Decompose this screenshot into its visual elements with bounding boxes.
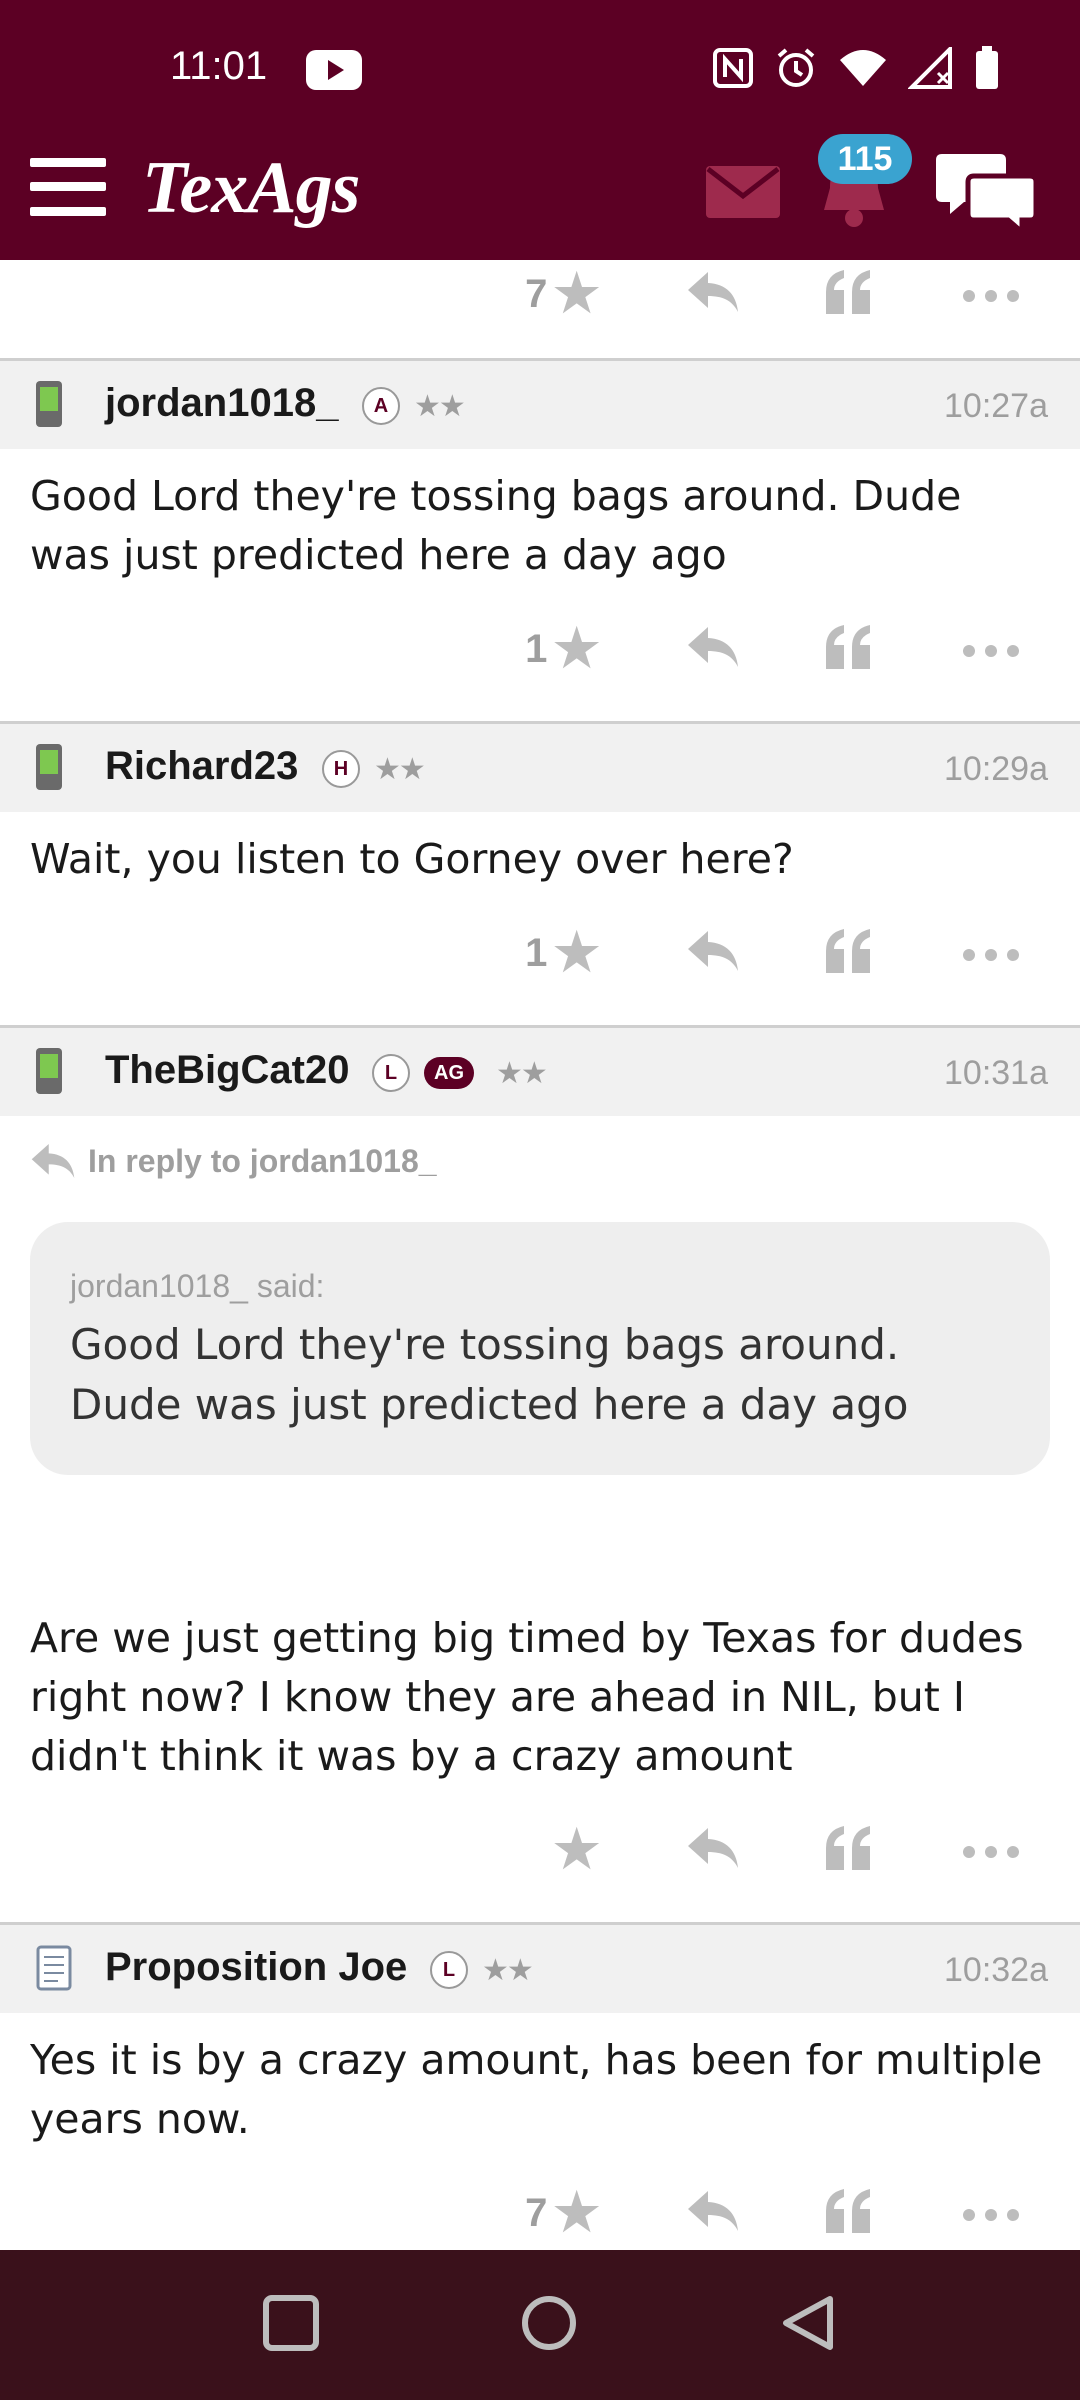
username[interactable]: TheBigCat20: [105, 1048, 350, 1093]
reply-arrow-icon: [31, 1143, 75, 1179]
quote-box: jordan1018_ said: Good Lord they're toss…: [30, 1222, 1050, 1475]
star-icon[interactable]: ★: [553, 1824, 600, 1876]
user-badges: L ★★: [430, 1951, 534, 1989]
system-nav-bar: [0, 2250, 1080, 2400]
quote-author: jordan1018_ said:: [70, 1268, 325, 1304]
alarm-icon: [774, 46, 818, 90]
menu-button[interactable]: [30, 158, 106, 216]
rating-count: 1: [525, 626, 548, 671]
username[interactable]: Proposition Joe: [105, 1945, 407, 1990]
rating[interactable]: 7 ★: [525, 2187, 600, 2239]
star-icon[interactable]: ★: [553, 268, 600, 320]
recents-icon[interactable]: [262, 2294, 320, 2356]
quote-icon[interactable]: [824, 623, 872, 675]
post: TheBigCat20 L AG ★★ 10:31a In reply to j…: [0, 1028, 1080, 1922]
user-stars: ★★: [496, 1055, 548, 1091]
post-body: Are we just getting big timed by Texas f…: [30, 1614, 1024, 1780]
badge-ag: AG: [424, 1057, 474, 1089]
quote-text: Good Lord they're tossing bags around. D…: [70, 1320, 909, 1429]
post-time: 10:31a: [944, 1054, 1048, 1092]
reply-to-label: In reply to jordan1018_: [88, 1142, 437, 1179]
star-icon[interactable]: ★: [553, 927, 600, 979]
mail-icon[interactable]: [706, 166, 780, 222]
star-icon[interactable]: ★: [553, 2187, 600, 2239]
mobile-device-icon: [34, 1046, 64, 1100]
nfc-icon: [712, 47, 754, 89]
mobile-device-icon: [34, 742, 64, 796]
mobile-device-icon: [34, 379, 64, 433]
post-actions: ★: [0, 1786, 1080, 1922]
rating-count: 7: [525, 271, 548, 316]
reply-icon[interactable]: [686, 270, 740, 318]
post-header: jordan1018_ A ★★ 10:27a: [0, 361, 1080, 449]
back-icon[interactable]: [780, 2294, 838, 2356]
post-time: 10:29a: [944, 750, 1048, 788]
more-icon[interactable]: [962, 2207, 1020, 2226]
post: jordan1018_ A ★★ 10:27a Good Lord they'r…: [0, 361, 1080, 721]
more-icon[interactable]: [962, 1844, 1020, 1863]
notification-count-badge[interactable]: 115: [818, 134, 912, 184]
post-header: Richard23 H ★★ 10:29a: [0, 724, 1080, 812]
status-icons: [712, 46, 1000, 90]
post-body: Wait, you listen to Gorney over here?: [30, 835, 794, 883]
username[interactable]: Richard23: [105, 744, 298, 789]
more-icon[interactable]: [962, 643, 1020, 662]
user-badges: L AG ★★: [372, 1054, 548, 1092]
badge: A: [362, 387, 400, 425]
reply-icon[interactable]: [686, 625, 740, 673]
quote-icon[interactable]: [824, 2187, 872, 2239]
home-icon[interactable]: [520, 2294, 578, 2356]
post-actions: 1 ★: [0, 889, 1080, 1025]
reply-icon[interactable]: [686, 2189, 740, 2237]
reply-icon[interactable]: [686, 1826, 740, 1874]
post-body: Good Lord they're tossing bags around. D…: [30, 472, 962, 579]
user-badges: H ★★: [322, 750, 426, 788]
post-header: TheBigCat20 L AG ★★ 10:31a: [0, 1028, 1080, 1116]
notepad-device-icon: [34, 1943, 74, 1997]
quote-icon[interactable]: [824, 927, 872, 979]
thread-content: 7 ★ jordan1018_ A ★★ 10:27a Good Lord th…: [0, 260, 1080, 2285]
app-header: 11:01 TexAgs 115: [0, 0, 1080, 260]
post-body: Yes it is by a crazy amount, has been fo…: [30, 2036, 1043, 2143]
rating-count: 1: [525, 930, 548, 975]
badge: L: [372, 1054, 410, 1092]
wifi-icon: [838, 48, 888, 88]
status-time: 11:01: [170, 44, 268, 88]
user-stars: ★★: [374, 751, 426, 787]
rating[interactable]: 1 ★: [525, 927, 600, 979]
rating-count: 7: [525, 2190, 548, 2235]
rating[interactable]: 7 ★: [525, 268, 600, 320]
post-header: Proposition Joe L ★★ 10:32a: [0, 1925, 1080, 2013]
more-icon[interactable]: [962, 947, 1020, 966]
site-logo[interactable]: TexAgs: [142, 146, 360, 231]
username[interactable]: jordan1018_: [105, 381, 338, 426]
reply-icon[interactable]: [686, 929, 740, 977]
post: Richard23 H ★★ 10:29a Wait, you listen t…: [0, 724, 1080, 1025]
post-actions: 1 ★: [0, 585, 1080, 721]
battery-icon: [974, 46, 1000, 90]
badge: H: [322, 750, 360, 788]
rating[interactable]: ★: [547, 1824, 600, 1876]
reply-to[interactable]: In reply to jordan1018_: [0, 1116, 1080, 1180]
post-actions: 7 ★: [0, 260, 1080, 358]
quote-icon[interactable]: [824, 268, 872, 320]
badge: L: [430, 1951, 468, 1989]
signal-icon: [908, 47, 954, 89]
post-time: 10:32a: [944, 1951, 1048, 1989]
more-icon[interactable]: [962, 288, 1020, 307]
user-badges: A ★★: [362, 387, 466, 425]
youtube-icon: [306, 50, 362, 94]
user-stars: ★★: [482, 1952, 534, 1988]
chat-icon[interactable]: [936, 150, 1039, 238]
user-stars: ★★: [414, 388, 466, 424]
post-time: 10:27a: [944, 387, 1048, 425]
star-icon[interactable]: ★: [553, 623, 600, 675]
rating[interactable]: 1 ★: [525, 623, 600, 675]
quote-icon[interactable]: [824, 1824, 872, 1876]
post: Proposition Joe L ★★ 10:32a Yes it is by…: [0, 1925, 1080, 2285]
